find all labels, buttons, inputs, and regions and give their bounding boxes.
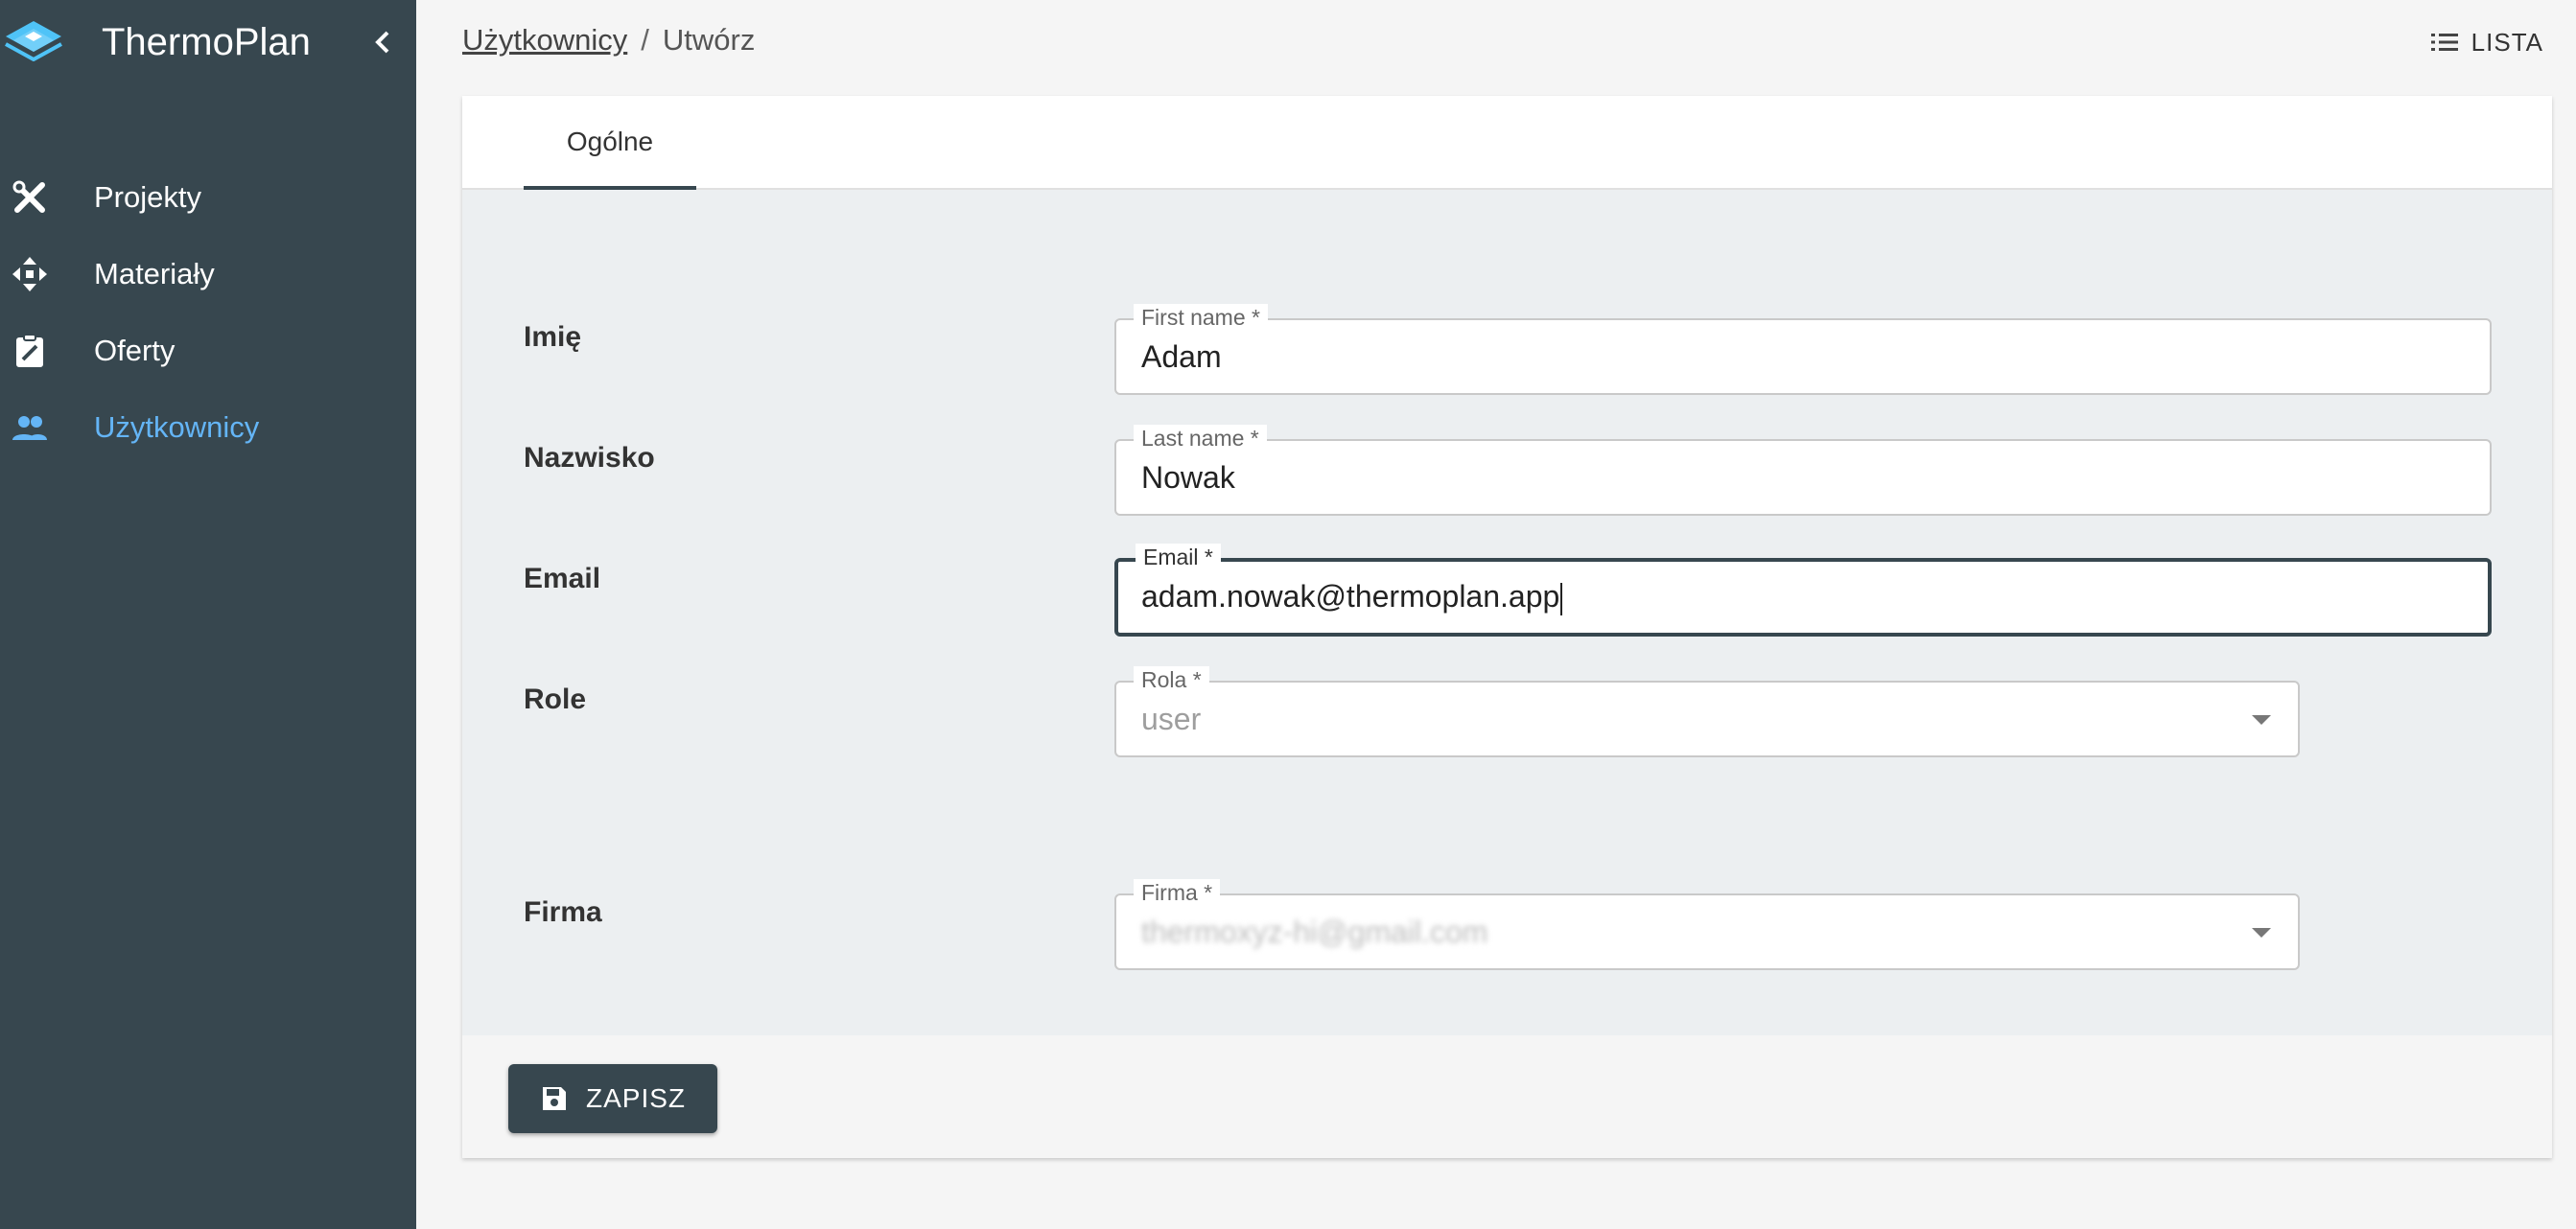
logo-icon [5, 21, 62, 61]
tools-icon [12, 180, 45, 213]
tab-label: Ogólne [566, 127, 654, 156]
role-select[interactable]: Rola * user [1114, 666, 2300, 757]
last-name-row-label: Nazwisko [524, 442, 655, 474]
breadcrumb-separator: / [641, 23, 649, 57]
email-row-label: Email [524, 563, 601, 594]
app-title: ThermoPlan [102, 21, 311, 63]
clipboard-edit-icon [16, 334, 43, 367]
list-button-label: LISTA [2471, 27, 2543, 57]
breadcrumb-link-users[interactable]: Użytkownicy [462, 23, 627, 57]
last-name-field[interactable]: Last name * Nowak [1114, 425, 2492, 516]
role-value: user [1141, 702, 1202, 736]
first-name-field[interactable]: First name * Adam [1114, 304, 2492, 395]
first-name-legend: First name * [1134, 304, 1268, 331]
save-button[interactable]: ZAPISZ [508, 1064, 717, 1133]
breadcrumb: Użytkownicy / Utwórz [462, 21, 755, 59]
email-legend: Email * [1136, 544, 1221, 570]
dropdown-arrow-icon [2252, 715, 2271, 725]
email-field[interactable]: Email * adam.nowak@thermoplan.app [1114, 544, 2492, 637]
sidebar-item-uzytkownicy[interactable]: Użytkownicy [0, 393, 416, 460]
company-legend: Firma * [1134, 879, 1221, 906]
sidebar: ThermoPlan Projekty Materiały Oferty Uży… [0, 0, 416, 1229]
list-button[interactable]: LISTA [2430, 23, 2543, 61]
sidebar-item-projekty[interactable]: Projekty [0, 163, 416, 230]
company-row-label: Firma [524, 896, 602, 928]
chevron-left-icon[interactable] [368, 25, 395, 59]
role-row-label: Role [524, 684, 587, 715]
brand-header: ThermoPlan [0, 0, 416, 82]
last-name-value: Nowak [1141, 460, 1235, 495]
company-select[interactable]: Firma * thermoxyz-hi@gmail.com [1114, 879, 2300, 970]
company-value: thermoxyz-hi@gmail.com [1141, 915, 1488, 949]
email-value-text: adam.nowak@thermoplan.app [1141, 579, 1560, 614]
tab-ogolne[interactable]: Ogólne [524, 96, 696, 190]
move-arrows-icon [12, 257, 47, 291]
user-form: Imię First name * Adam Nazwisko Last nam… [462, 190, 2552, 1035]
breadcrumb-current: Utwórz [662, 23, 756, 57]
email-value: adam.nowak@thermoplan.app [1141, 577, 1563, 615]
form-card: Ogólne Imię First name * Adam Nazwisko L… [462, 96, 2552, 1158]
sidebar-item-label: Projekty [94, 180, 201, 214]
sidebar-item-label: Oferty [94, 334, 176, 367]
sidebar-item-oferty[interactable]: Oferty [0, 316, 416, 383]
form-toolbar: ZAPISZ [462, 1035, 2552, 1158]
list-icon [2430, 34, 2458, 51]
dropdown-arrow-icon [2252, 928, 2271, 938]
save-button-label: ZAPISZ [585, 1083, 686, 1113]
sidebar-item-label: Użytkownicy [94, 410, 260, 444]
role-legend: Rola * [1134, 666, 1209, 693]
sidebar-item-label: Materiały [94, 257, 215, 290]
sidebar-item-materialy[interactable]: Materiały [0, 240, 416, 307]
last-name-legend: Last name * [1134, 425, 1267, 452]
people-icon [12, 416, 47, 440]
text-cursor [1560, 582, 1563, 615]
first-name-row-label: Imię [524, 321, 582, 353]
first-name-value: Adam [1141, 339, 1222, 374]
save-icon [542, 1087, 566, 1110]
tab-bar: Ogólne [462, 96, 2552, 190]
